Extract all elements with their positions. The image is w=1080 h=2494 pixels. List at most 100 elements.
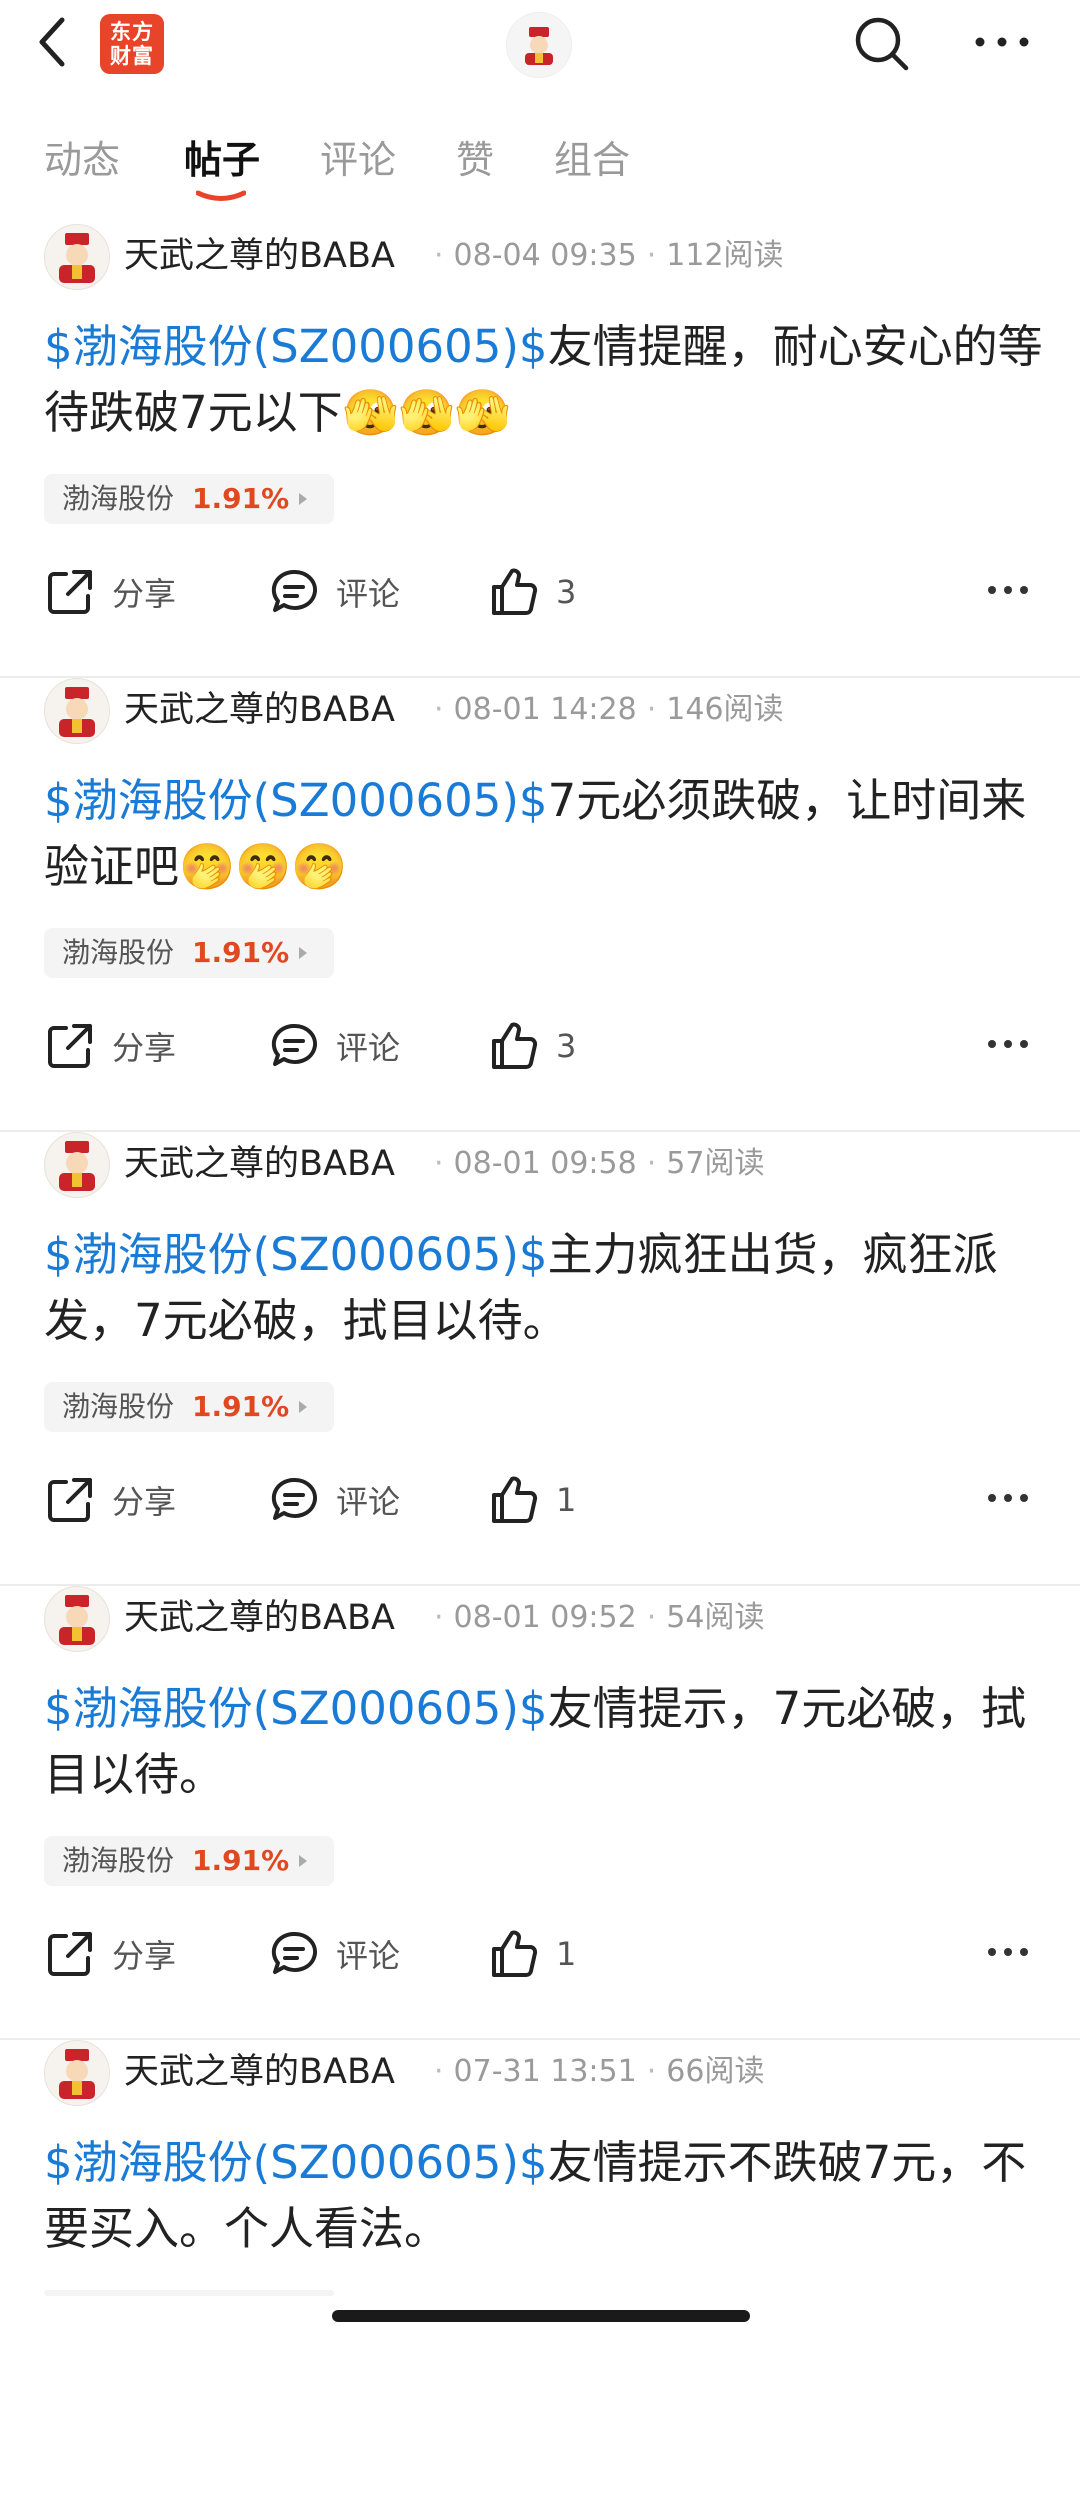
share-button[interactable]: 分享 [44, 1465, 176, 1535]
share-button[interactable]: 分享 [44, 1919, 176, 1989]
tab-likes[interactable]: 赞 [456, 130, 494, 190]
tab-posts[interactable]: 帖子 [184, 130, 260, 190]
share-label: 分享 [112, 1937, 177, 1975]
separator-dot: · [434, 1146, 444, 1181]
post-item[interactable]: 天武之尊的BABA · 07-31 13:51 · 66阅读 $渤海股份(SZ000605… [0, 2040, 1080, 2494]
chevron-right-icon [299, 947, 307, 959]
comment-icon [271, 1931, 318, 1974]
stock-chip[interactable]: 渤海股份 1.91% [44, 1382, 334, 1432]
tab-comments[interactable]: 评论 [320, 130, 396, 190]
comment-label: 评论 [336, 575, 401, 613]
post-meta: · 08-01 09:52 · 54阅读 [424, 1598, 764, 1638]
post-header: 天武之尊的BABA · 08-01 09:58 · 57阅读 [44, 1132, 1044, 1198]
more-menu-button[interactable] [970, 20, 1034, 64]
post-time: 08-04 09:35 [453, 238, 637, 273]
tab-dynamics[interactable]: 动态 [44, 130, 120, 190]
comment-label: 评论 [336, 1937, 401, 1975]
separator-dot: · [434, 1600, 444, 1635]
post-more-button[interactable] [986, 1483, 1030, 1513]
post-emoji: 🤭🤭🤭 [179, 840, 348, 893]
separator-dot: · [646, 2054, 657, 2089]
post-content[interactable]: $渤海股份(SZ000605)$主力疯狂出货，疯狂派发，7元必破，拭目以待。 [44, 1222, 1044, 1354]
stock-chip[interactable]: 渤海股份 1.91% [44, 1836, 334, 1886]
share-icon [48, 1932, 92, 1976]
stock-tag-link[interactable]: $渤海股份(SZ000605)$ [44, 1682, 548, 1735]
post-item[interactable]: 天武之尊的BABA · 08-04 09:35 · 112阅读 $渤海股份(SZ00060… [0, 224, 1080, 678]
home-indicator [332, 2310, 750, 2322]
author-avatar[interactable] [44, 2040, 110, 2106]
stock-tag-link[interactable]: $渤海股份(SZ000605)$ [44, 320, 548, 373]
like-count: 3 [556, 1027, 577, 1065]
stock-chip[interactable]: 渤海股份 1.91% [44, 928, 334, 978]
back-button[interactable] [34, 12, 94, 82]
stock-tag-link[interactable]: $渤海股份(SZ000605)$ [44, 774, 548, 827]
post-more-button[interactable] [986, 1029, 1030, 1059]
comment-icon [271, 1023, 318, 1066]
like-button[interactable]: 3 [486, 557, 576, 627]
post-meta: · 08-01 14:28 · 146阅读 [424, 690, 784, 730]
post-item[interactable]: 天武之尊的BABA · 08-01 14:28 · 146阅读 $渤海股份(SZ00060… [0, 678, 1080, 1132]
logo-text-line2: 财富 [110, 44, 154, 68]
author-avatar[interactable] [44, 224, 110, 290]
post-content[interactable]: $渤海股份(SZ000605)$7元必须跌破，让时间来验证吧🤭🤭🤭 [44, 768, 1044, 900]
post-content[interactable]: $渤海股份(SZ000605)$友情提醒，耐心安心的等待跌破7元以下🫣🫣🫣 [44, 314, 1044, 446]
author-name[interactable]: 天武之尊的BABA [124, 1142, 395, 1186]
post-emoji: 🫣🫣🫣 [342, 386, 511, 439]
more-dots-icon [988, 1948, 1028, 1956]
thumbs-up-icon [492, 1022, 538, 1069]
author-name[interactable]: 天武之尊的BABA [124, 234, 395, 278]
chevron-left-icon [39, 17, 65, 67]
post-content[interactable]: $渤海股份(SZ000605)$友情提示不跌破7元，不要买入。个人看法。 [44, 2130, 1044, 2262]
stock-chip[interactable]: 渤海股份 1.91% [44, 474, 334, 524]
like-button[interactable]: 3 [486, 1011, 576, 1081]
search-icon [855, 17, 909, 71]
share-button[interactable]: 分享 [44, 1011, 176, 1081]
post-meta: · 08-01 09:58 · 57阅读 [424, 1144, 764, 1184]
comment-button[interactable]: 评论 [268, 1465, 400, 1535]
author-name[interactable]: 天武之尊的BABA [124, 2050, 395, 2094]
separator-dot: · [646, 238, 657, 273]
comment-button[interactable]: 评论 [268, 1919, 400, 1989]
post-item[interactable]: 天武之尊的BABA · 08-01 09:52 · 54阅读 $渤海股份(SZ000605… [0, 1586, 1080, 2040]
chevron-right-icon [299, 493, 307, 505]
chevron-right-icon [299, 1855, 307, 1867]
share-button[interactable]: 分享 [44, 557, 176, 627]
separator-dot: · [434, 238, 444, 273]
post-item[interactable]: 天武之尊的BABA · 08-01 09:58 · 57阅读 $渤海股份(SZ000605… [0, 1132, 1080, 1586]
comment-button[interactable]: 评论 [268, 557, 400, 627]
stock-chip[interactable] [44, 2290, 334, 2296]
author-name[interactable]: 天武之尊的BABA [124, 1596, 395, 1640]
stock-name: 渤海股份 [62, 1844, 175, 1877]
like-button[interactable]: 1 [486, 1465, 576, 1535]
post-more-button[interactable] [986, 1937, 1030, 1967]
caishen-avatar-icon [59, 1141, 95, 1191]
more-dots-icon [988, 1040, 1028, 1048]
author-name[interactable]: 天武之尊的BABA [124, 688, 395, 732]
stock-name: 渤海股份 [62, 936, 175, 969]
author-avatar[interactable] [44, 1132, 110, 1198]
stock-change: 1.91% [192, 1844, 290, 1877]
like-count: 1 [556, 1481, 577, 1519]
stock-tag-link[interactable]: $渤海股份(SZ000605)$ [44, 1228, 548, 1281]
tab-portfolio[interactable]: 组合 [554, 130, 630, 190]
stock-name: 渤海股份 [62, 482, 175, 515]
user-avatar[interactable] [506, 12, 572, 78]
stock-tag-link[interactable]: $渤海股份(SZ000605)$ [44, 2136, 548, 2189]
post-more-button[interactable] [986, 575, 1030, 605]
more-dots-icon [988, 1494, 1028, 1502]
author-avatar[interactable] [44, 1586, 110, 1652]
like-count: 1 [556, 1935, 577, 1973]
comment-button[interactable]: 评论 [268, 1011, 400, 1081]
post-actions: 分享 评论 1 [0, 1919, 1080, 1989]
post-content[interactable]: $渤海股份(SZ000605)$友情提示，7元必破，拭目以待。 [44, 1676, 1044, 1808]
author-avatar[interactable] [44, 678, 110, 744]
share-label: 分享 [112, 1483, 177, 1521]
top-bar: 东方 财富 [0, 0, 1080, 110]
post-actions: 分享 评论 3 [0, 557, 1080, 627]
thumbs-up-icon [492, 1930, 538, 1977]
search-button[interactable] [850, 12, 914, 76]
separator-dot: · [646, 692, 657, 727]
separator-dot: · [434, 2054, 444, 2089]
like-button[interactable]: 1 [486, 1919, 576, 1989]
share-icon [48, 570, 92, 614]
